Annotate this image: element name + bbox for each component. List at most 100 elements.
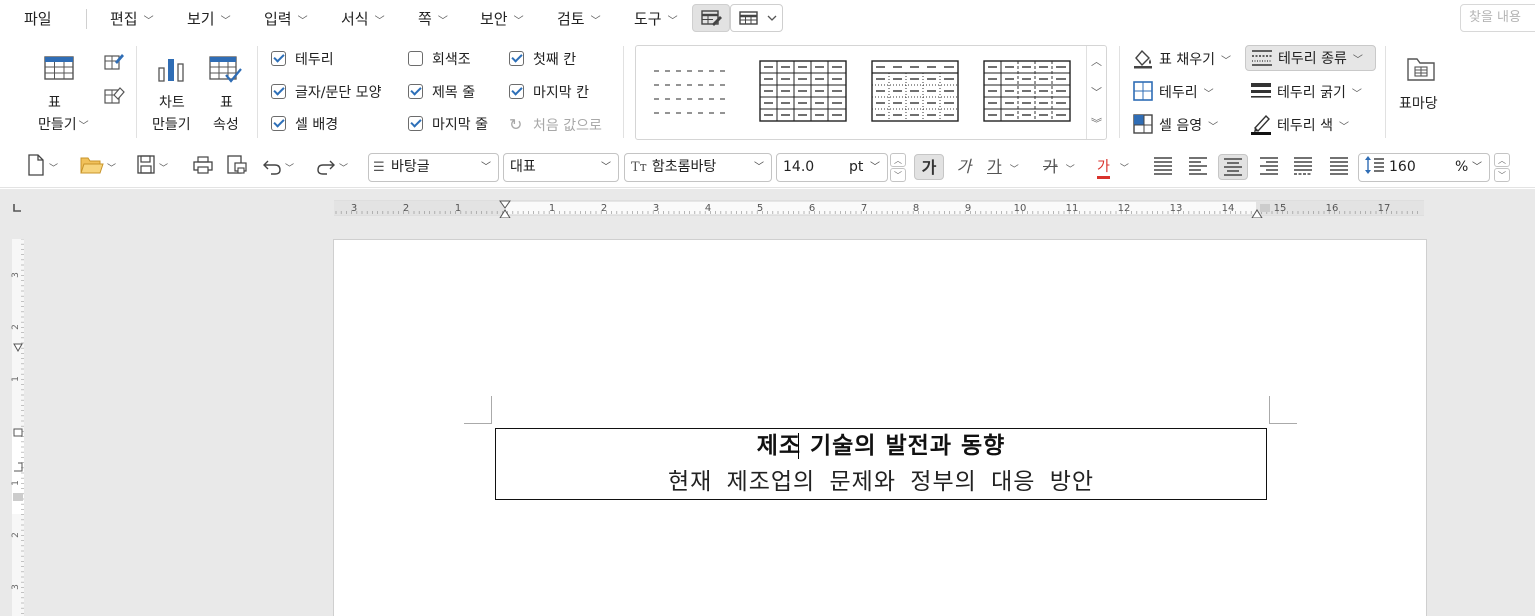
stepper-up-icon[interactable]: ︿ xyxy=(1494,153,1510,167)
check-char-para[interactable]: 글자/문단 모양 xyxy=(271,82,381,104)
menu-insert[interactable]: 입력 ﹀ xyxy=(264,8,308,30)
ruler-label: 4 xyxy=(705,203,711,214)
align-split-button[interactable] xyxy=(1328,154,1350,180)
undo-button[interactable]: ﹀ xyxy=(262,154,294,180)
font-size-input[interactable]: 14.0 pt ﹀ xyxy=(776,153,888,182)
stepper-down-icon[interactable]: ﹀ xyxy=(890,168,906,182)
italic-button[interactable]: 가 xyxy=(954,154,974,180)
line-spacing-input[interactable]: 160 % ﹀ xyxy=(1358,153,1490,182)
document-table[interactable]: 제조 기술의 발전과 동향 현재 제조업의 문제와 정부의 대응 방안 xyxy=(495,428,1267,500)
redo-button[interactable]: ﹀ xyxy=(316,154,348,180)
gallery-expand[interactable]: ︾ xyxy=(1087,108,1106,139)
check-last-col[interactable]: 마지막 칸 xyxy=(509,82,589,104)
table-row-marker[interactable] xyxy=(13,493,23,501)
border-width-button[interactable]: 테두리 굵기 ﹀ xyxy=(1250,80,1362,106)
crop-mark xyxy=(1269,396,1297,424)
hwp-window: 파일 편집 ﹀ 보기 ﹀ 입력 ﹀ 서식 ﹀ 쪽 ﹀ 보안 ﹀ 검토 ﹀ 도구 ﹀ xyxy=(0,0,1535,616)
table-design-tab[interactable] xyxy=(692,4,730,32)
check-border[interactable]: 테두리 xyxy=(271,49,334,71)
reset-style-button[interactable]: ↻ 처음 값으로 xyxy=(509,114,602,136)
save-button[interactable]: ﹀ xyxy=(136,154,168,180)
find-input[interactable]: 찾을 내용 xyxy=(1460,4,1535,32)
border-label: 테두리 xyxy=(1159,85,1198,101)
menu-edit[interactable]: 편집 ﹀ xyxy=(110,8,154,30)
eraser-table-icon xyxy=(104,87,125,104)
new-document-button[interactable]: ﹀ xyxy=(26,154,58,180)
table-row-marker[interactable] xyxy=(13,428,23,437)
align-justify-icon xyxy=(1154,157,1172,175)
menu-format[interactable]: 서식 ﹀ xyxy=(341,8,385,30)
chevron-down-icon: ﹀ xyxy=(1065,165,1075,175)
gallery-scroll-down[interactable]: ﹀ xyxy=(1087,77,1106,108)
gallery-scroll-up[interactable]: ︿ xyxy=(1087,46,1106,77)
stepper-down-icon[interactable]: ﹀ xyxy=(1494,168,1510,182)
menu-file[interactable]: 파일 xyxy=(24,8,52,30)
make-chart-label-1: 차트 xyxy=(159,95,185,111)
table-subtitle-cell[interactable]: 현재 제조업의 문제와 정부의 대응 방안 xyxy=(496,467,1266,497)
language-select[interactable]: 대표 ﹀ xyxy=(503,153,619,182)
table-grid-icon xyxy=(44,56,74,80)
table-style-plain[interactable] xyxy=(650,63,730,125)
pencil-table-icon xyxy=(104,54,124,70)
table-fill-button[interactable]: 표 채우기 ﹀ xyxy=(1132,47,1231,73)
font-select[interactable]: Tт 함초롬바탕 ﹀ xyxy=(624,153,772,182)
chevron-down-icon: ﹀ xyxy=(754,162,764,173)
table-layout-tab[interactable] xyxy=(730,4,783,32)
check-first-col[interactable]: 첫째 칸 xyxy=(509,49,576,71)
open-document-button[interactable]: ﹀ xyxy=(80,154,116,180)
font-color-button[interactable]: 가 ﹀ xyxy=(1097,154,1129,180)
table-title-cell[interactable]: 제조 기술의 발전과 동향 xyxy=(496,432,1266,460)
ribbon-separator xyxy=(136,46,137,138)
border-color-button[interactable]: 테두리 색 ﹀ xyxy=(1250,113,1349,139)
line-spacing-unit: % xyxy=(1455,159,1469,175)
print-preview-button[interactable] xyxy=(226,154,248,180)
chevron-down-icon: ﹀ xyxy=(1208,122,1219,133)
column-marker[interactable] xyxy=(1260,204,1270,212)
table-fill-label: 표 채우기 xyxy=(1159,52,1215,68)
undo-icon xyxy=(263,160,281,175)
border-type-icon xyxy=(1252,50,1272,66)
chevron-down-icon: ﹀ xyxy=(159,164,169,174)
align-distribute-button[interactable] xyxy=(1292,154,1314,180)
menu-page[interactable]: 쪽 ﹀ xyxy=(418,8,448,30)
check-cell-bg[interactable]: 셀 배경 xyxy=(271,114,338,136)
align-center-button[interactable] xyxy=(1218,154,1248,180)
border-type-button[interactable]: 테두리 종류 ﹀ xyxy=(1245,45,1376,71)
stepper-up-icon[interactable]: ︿ xyxy=(890,153,906,167)
cell-shade-button[interactable]: 셀 음영 ﹀ xyxy=(1132,113,1218,139)
table-properties-button[interactable] xyxy=(208,54,242,88)
make-chart-button[interactable] xyxy=(156,54,188,88)
menu-review[interactable]: 검토 ﹀ xyxy=(557,8,601,30)
menu-view[interactable]: 보기 ﹀ xyxy=(187,8,231,30)
paragraph-style-select[interactable]: ☰ 바탕글 ﹀ xyxy=(368,153,499,182)
ruler-label: 2 xyxy=(403,203,409,214)
font-value: 함초롬바탕 xyxy=(651,159,717,175)
table-madang-button[interactable] xyxy=(1406,55,1436,87)
font-size-stepper[interactable]: ︿ ﹀ xyxy=(890,153,906,182)
make-table-button[interactable] xyxy=(43,54,75,86)
check-last-row[interactable]: 마지막 줄 xyxy=(408,114,488,136)
align-justify-button[interactable] xyxy=(1152,154,1174,180)
table-style-grid-3[interactable] xyxy=(982,59,1072,129)
align-left-button[interactable] xyxy=(1187,154,1209,180)
erase-table-button[interactable] xyxy=(103,84,125,110)
print-button[interactable] xyxy=(192,154,214,180)
check-grayscale[interactable]: 회색조 xyxy=(408,49,471,71)
document-page[interactable]: 제조 기술의 발전과 동향 현재 제조업의 문제와 정부의 대응 방안 xyxy=(333,239,1427,616)
strikethrough-icon: 가 xyxy=(1043,157,1058,176)
strikethrough-button[interactable]: 가 ﹀ xyxy=(1043,154,1075,180)
draw-table-button[interactable] xyxy=(103,50,125,76)
bold-button[interactable]: 가 xyxy=(914,154,944,180)
line-spacing-stepper[interactable]: ︿ ﹀ xyxy=(1494,153,1510,182)
align-right-button[interactable] xyxy=(1258,154,1280,180)
menu-tools[interactable]: 도구 ﹀ xyxy=(634,8,678,30)
tab-stop-selector[interactable] xyxy=(10,201,24,215)
check-header-row[interactable]: 제목 줄 xyxy=(408,82,475,104)
border-button[interactable]: 테두리 ﹀ xyxy=(1132,80,1214,106)
ruler-label: 15 xyxy=(1274,203,1287,214)
table-style-grid-1[interactable] xyxy=(758,59,848,129)
make-table-label-2[interactable]: 만들기 ﹀ xyxy=(38,114,89,138)
menu-security[interactable]: 보안 ﹀ xyxy=(480,8,524,30)
table-style-grid-2[interactable] xyxy=(870,59,960,129)
underline-button[interactable]: 가 ﹀ xyxy=(987,154,1019,180)
